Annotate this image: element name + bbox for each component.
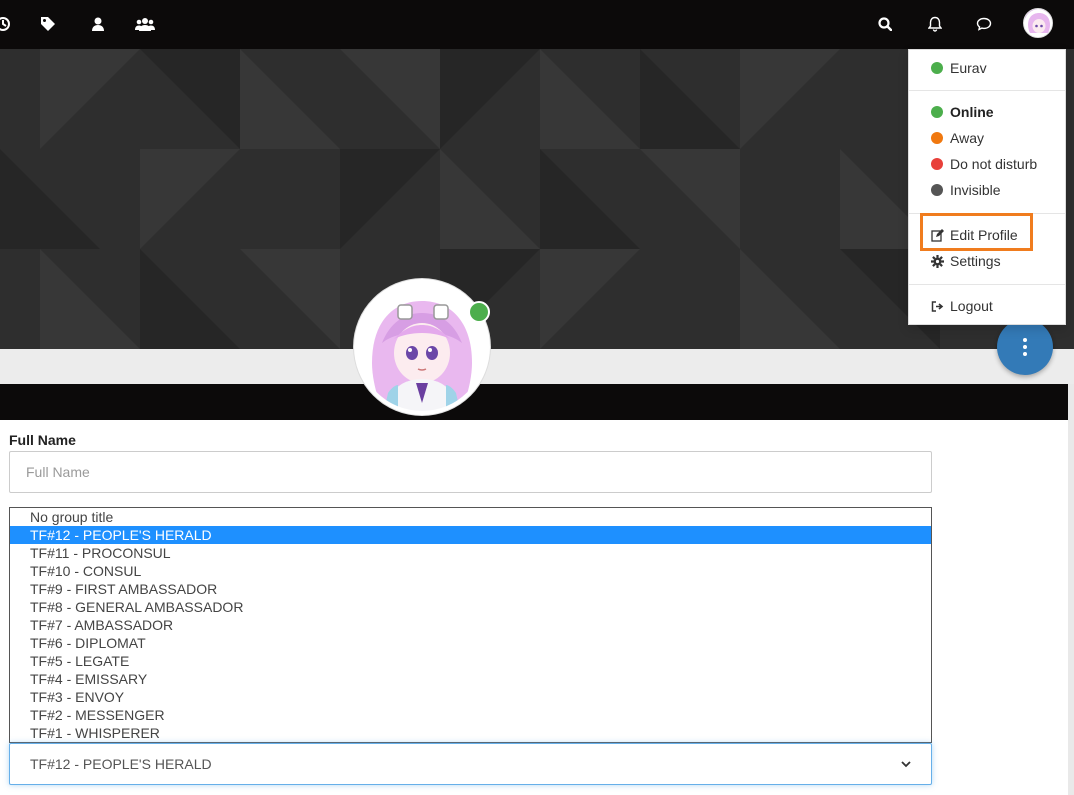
group-title-option[interactable]: TF#1 - WHISPERER	[10, 724, 931, 742]
group-title-option[interactable]: TF#6 - DIPLOMAT	[10, 634, 931, 652]
dnd-dot-icon	[931, 158, 943, 170]
status-dnd[interactable]: Do not disturb	[909, 153, 1065, 175]
group-title-option[interactable]: TF#11 - PROCONSUL	[10, 544, 931, 562]
user-avatar-button[interactable]	[1023, 8, 1053, 38]
group-title-option[interactable]: TF#9 - FIRST AMBASSADOR	[10, 580, 931, 598]
group-title-option[interactable]: TF#8 - GENERAL AMBASSADOR	[10, 598, 931, 616]
menu-username-label: Eurav	[950, 60, 987, 76]
status-invisible[interactable]: Invisible	[909, 179, 1065, 201]
status-online-label: Online	[950, 104, 994, 120]
away-dot-icon	[931, 132, 943, 144]
chevron-down-icon	[901, 757, 911, 771]
users-icon[interactable]	[134, 13, 156, 35]
cover-band	[0, 349, 1074, 384]
group-title-option[interactable]: No group title	[10, 508, 931, 526]
top-navbar	[0, 0, 1074, 49]
edit-profile-highlight	[920, 213, 1033, 251]
online-status-dot	[468, 301, 490, 323]
group-title-select[interactable]: TF#12 - PEOPLE'S HERALD	[9, 743, 932, 785]
status-away[interactable]: Away	[909, 127, 1065, 149]
user-dropdown-menu: Eurav Online Away Do not disturb Invisib…	[908, 49, 1066, 325]
online-dot-icon	[931, 62, 943, 74]
full-name-input[interactable]	[9, 451, 932, 493]
user-icon[interactable]	[87, 13, 109, 35]
group-title-option[interactable]: TF#12 - PEOPLE'S HERALD	[10, 526, 931, 544]
status-away-label: Away	[950, 130, 984, 146]
online-dot-icon	[931, 106, 943, 118]
group-title-options: No group title TF#12 - PEOPLE'S HERALD TF#…	[9, 507, 932, 743]
group-title-option[interactable]: TF#7 - AMBASSADOR	[10, 616, 931, 634]
group-title-option[interactable]: TF#10 - CONSUL	[10, 562, 931, 580]
profile-avatar	[354, 279, 490, 415]
sign-out-icon	[931, 300, 944, 313]
menu-divider	[909, 284, 1065, 285]
gear-icon	[931, 254, 944, 268]
chat-icon[interactable]	[973, 13, 995, 35]
group-title-option[interactable]: TF#2 - MESSENGER	[10, 706, 931, 724]
menu-divider	[909, 90, 1065, 91]
full-name-label: Full Name	[9, 432, 76, 448]
history-icon[interactable]	[0, 13, 14, 35]
bell-icon[interactable]	[924, 13, 946, 35]
group-title-option[interactable]: TF#5 - LEGATE	[10, 652, 931, 670]
status-dnd-label: Do not disturb	[950, 156, 1038, 172]
search-icon[interactable]	[874, 13, 896, 35]
profile-header-bar	[0, 384, 1068, 420]
logout-label: Logout	[950, 298, 993, 314]
more-vertical-icon	[1023, 337, 1027, 358]
status-invisible-label: Invisible	[950, 182, 1001, 198]
logout-link[interactable]: Logout	[909, 295, 1065, 317]
settings-label: Settings	[950, 253, 1001, 269]
invisible-dot-icon	[931, 184, 943, 196]
profile-actions-button[interactable]	[997, 319, 1053, 375]
group-title-option[interactable]: TF#3 - ENVOY	[10, 688, 931, 706]
scrollbar-track[interactable]	[1068, 384, 1074, 795]
tags-icon[interactable]	[38, 13, 60, 35]
status-online[interactable]: Online	[909, 101, 1065, 123]
settings-link[interactable]: Settings	[909, 250, 1065, 272]
menu-username[interactable]: Eurav	[909, 57, 1065, 79]
group-title-selected-value: TF#12 - PEOPLE'S HERALD	[30, 756, 212, 772]
group-title-option[interactable]: TF#4 - EMISSARY	[10, 670, 931, 688]
